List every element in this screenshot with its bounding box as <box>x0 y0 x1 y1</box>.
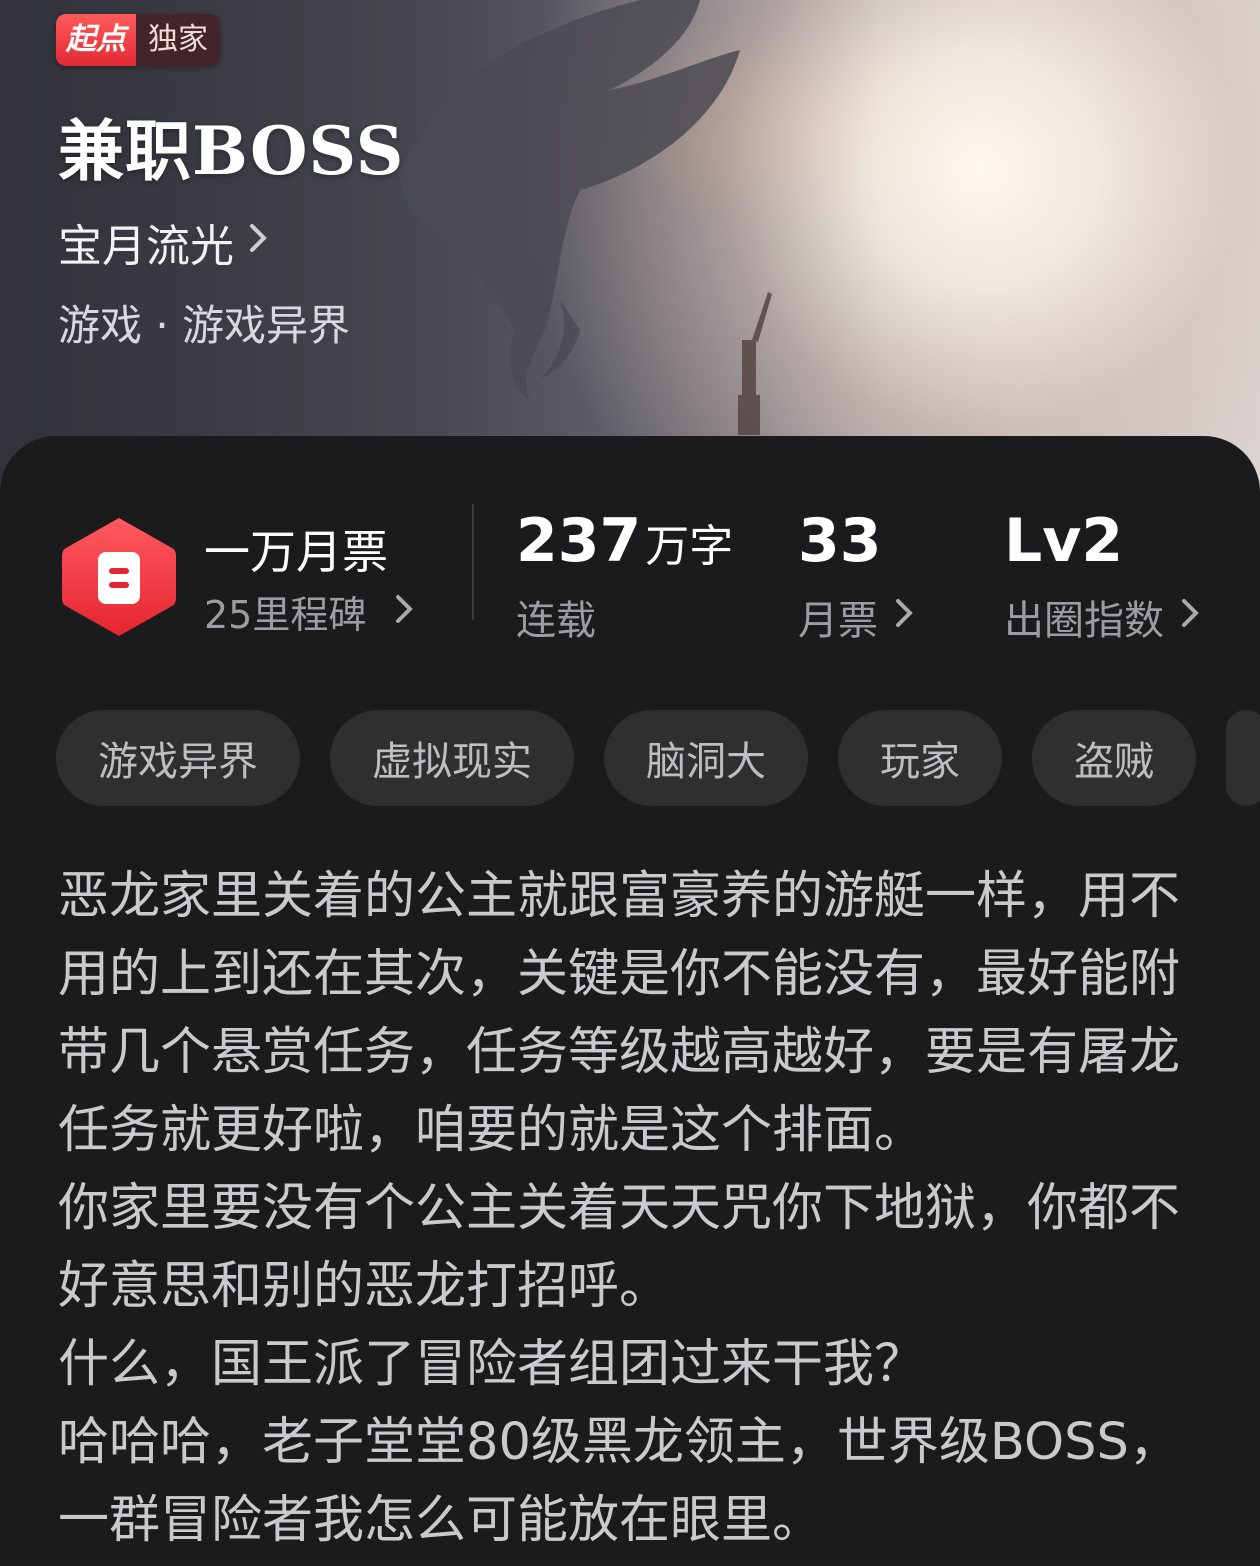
author-name: 宝月流光 <box>58 221 234 272</box>
stat-divider <box>472 504 474 620</box>
word-count-stat: 237 万字 连载 <box>516 506 733 646</box>
description-paragraph: 哈哈哈，老子堂堂80级黑龙领主，世界级BOSS，一群冒险者我怎么可能放在眼里。 <box>58 1413 1180 1550</box>
chevron-right-icon <box>1180 597 1200 638</box>
popularity-stat[interactable]: Lv2 出圈指数 <box>1004 506 1200 646</box>
exclusive-badge: 起点 独家 <box>56 14 220 66</box>
tag-chip-partial[interactable] <box>1226 710 1260 806</box>
book-description[interactable]: 恶龙家里关着的公主就跟富豪养的游艇一样，用不用的上到还在其次，关键是你不能没有，… <box>58 858 1188 1560</box>
chevron-right-icon <box>248 222 268 263</box>
tag-chip[interactable]: 脑洞大 <box>604 710 808 806</box>
book-genre: 游戏 · 游戏异界 <box>58 301 351 350</box>
milestone-name: 一万月票 <box>204 525 388 579</box>
popularity-level: Lv2 <box>1004 506 1124 576</box>
milestone-count: 25里程碑 <box>204 593 367 637</box>
exclusive-label: 独家 <box>136 14 220 66</box>
ticket-icon <box>62 518 176 636</box>
chevron-right-icon <box>894 597 914 638</box>
monthly-votes-value: 33 <box>798 506 882 576</box>
tag-list: 游戏异界 虚拟现实 脑洞大 玩家 盗贼 <box>56 710 1260 806</box>
word-count-value: 237 <box>516 506 642 576</box>
tag-chip[interactable]: 虚拟现实 <box>330 710 574 806</box>
description-paragraph: 恶龙家里关着的公主就跟富豪养的游艇一样，用不用的上到还在其次，关键是你不能没有，… <box>58 867 1181 1160</box>
tag-chip[interactable]: 玩家 <box>838 710 1002 806</box>
description-paragraph: 你家里要没有个公主关着天天咒你下地狱，你都不好意思和别的恶龙打招呼。 <box>58 1179 1181 1316</box>
tag-chip[interactable]: 游戏异界 <box>56 710 300 806</box>
description-paragraph: 什么，国王派了冒险者组团过来干我？ <box>58 1335 926 1394</box>
tag-chip[interactable]: 盗贼 <box>1032 710 1196 806</box>
chevron-right-icon <box>394 590 414 634</box>
author-link[interactable]: 宝月流光 <box>58 210 268 274</box>
monthly-votes-label: 月票 <box>798 598 878 644</box>
book-title: 兼职BOSS <box>58 112 405 190</box>
popularity-label: 出圈指数 <box>1004 598 1164 644</box>
monthly-votes-stat[interactable]: 33 月票 <box>798 506 914 646</box>
milestone-sub: 25里程碑 <box>204 584 414 639</box>
serial-status: 连载 <box>516 598 596 644</box>
brand-label: 起点 <box>56 14 136 66</box>
word-count-unit: 万字 <box>645 521 734 572</box>
